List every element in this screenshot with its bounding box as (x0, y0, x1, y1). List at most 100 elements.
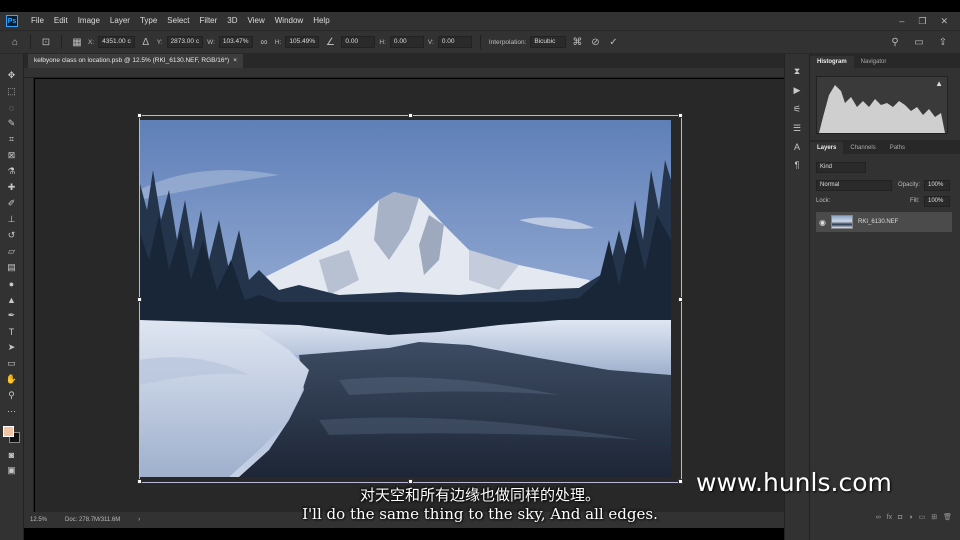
menu-help[interactable]: Help (308, 12, 334, 30)
delta-icon[interactable]: Δ (139, 35, 153, 49)
layer-name[interactable]: RKI_6130.NEF (858, 219, 898, 225)
minimize-icon[interactable]: – (899, 16, 904, 27)
blend-mode-select[interactable]: Normal (816, 180, 892, 191)
history-panel-icon[interactable]: ⧗ (790, 66, 804, 77)
hand-tool-icon[interactable]: ✋ (5, 374, 19, 385)
stamp-tool-icon[interactable]: ⊥ (5, 214, 19, 225)
subtitle-english: I'll do the same thing to the sky, And a… (302, 505, 658, 523)
transform-icon[interactable]: ⊡ (39, 35, 53, 49)
tab-close-icon[interactable]: × (233, 54, 237, 68)
pen-tool-icon[interactable]: ✒ (5, 310, 19, 321)
warp-icon[interactable]: ⌘ (570, 35, 584, 49)
properties-panel-icon[interactable]: ☰ (790, 123, 804, 134)
restore-icon[interactable]: ❐ (918, 16, 926, 27)
shape-tool-icon[interactable]: ▭ (5, 358, 19, 369)
w-label: W: (207, 38, 215, 46)
x-label: X: (88, 38, 95, 46)
menu-view[interactable]: View (243, 12, 270, 30)
histogram-curve (819, 85, 945, 133)
window-controls: – ❐ ✕ (899, 16, 960, 27)
healing-brush-tool-icon[interactable]: ✚ (5, 182, 19, 193)
quick-mask-icon[interactable]: ◙ (5, 449, 19, 460)
document-tab[interactable]: kelbyone class on location.psb @ 12.5% (… (28, 54, 243, 68)
y-label: Y: (156, 38, 163, 46)
move-tool-icon[interactable]: ✥ (5, 70, 19, 81)
character-panel-icon[interactable]: A (790, 142, 804, 152)
eraser-tool-icon[interactable]: ▱ (5, 246, 19, 257)
rotation-field[interactable]: 0.00 (341, 36, 376, 48)
home-icon[interactable]: ⌂ (8, 35, 22, 49)
path-select-tool-icon[interactable]: ➤ (5, 342, 19, 353)
search-icon[interactable]: ⚲ (888, 35, 902, 49)
transform-handle-top[interactable] (408, 113, 413, 118)
menu-3d[interactable]: 3D (222, 12, 242, 30)
x-position-field[interactable]: 4351.00 c (98, 36, 135, 48)
interpolation-select[interactable]: Bicubic (530, 36, 567, 48)
commit-transform-icon[interactable]: ✓ (606, 35, 620, 49)
menu-window[interactable]: Window (270, 12, 308, 30)
menu-type[interactable]: Type (135, 12, 162, 30)
link-icon[interactable]: ∞ (257, 35, 271, 49)
screen-mode-icon[interactable]: ▣ (5, 465, 19, 476)
fill-label: Fill: (910, 198, 920, 204)
transform-handle-right[interactable] (678, 297, 683, 302)
menu-layer[interactable]: Layer (105, 12, 135, 30)
tab-navigator[interactable]: Navigator (854, 56, 894, 68)
tab-paths[interactable]: Paths (883, 142, 912, 154)
opacity-field[interactable]: 100% (924, 180, 950, 191)
warning-icon[interactable]: ▲ (935, 79, 943, 88)
actions-panel-icon[interactable]: ▶ (790, 85, 804, 96)
quick-select-tool-icon[interactable]: ✎ (5, 118, 19, 129)
frame-tool-icon[interactable]: ⊠ (5, 150, 19, 161)
workspace-icon[interactable]: ▭ (912, 35, 926, 49)
transform-handle-top-right[interactable] (678, 113, 683, 118)
close-icon[interactable]: ✕ (940, 16, 948, 27)
tab-channels[interactable]: Channels (843, 142, 882, 154)
layer-row[interactable]: ◉ RKI_6130.NEF (816, 212, 952, 232)
gradient-tool-icon[interactable]: ▤ (5, 262, 19, 273)
lasso-tool-icon[interactable]: ◌ (5, 102, 19, 113)
type-tool-icon[interactable]: T (5, 326, 19, 337)
history-brush-tool-icon[interactable]: ↺ (5, 230, 19, 241)
eyedropper-tool-icon[interactable]: ⚗ (5, 166, 19, 177)
histogram-graph: ▲ (816, 76, 948, 134)
horizontal-ruler[interactable] (24, 68, 784, 78)
width-field[interactable]: 103.47% (218, 36, 253, 48)
layer-thumbnail[interactable] (830, 215, 853, 229)
cancel-transform-icon[interactable]: ⊘ (588, 35, 602, 49)
zoom-tool-icon[interactable]: ⚲ (5, 390, 19, 401)
height-field[interactable]: 105.49% (285, 36, 320, 48)
brush-tool-icon[interactable]: ✐ (5, 198, 19, 209)
tab-layers[interactable]: Layers (810, 142, 844, 154)
h-skew-field[interactable]: 0.00 (389, 36, 424, 48)
menu-file[interactable]: File (26, 12, 49, 30)
options-right: ⚲ ▭ ⇪ (888, 35, 960, 49)
foreground-color-swatch[interactable] (2, 426, 14, 437)
y-position-field[interactable]: 2873.00 c (166, 36, 204, 48)
adjustments-panel-icon[interactable]: ⚟ (790, 104, 804, 115)
v-skew-field[interactable]: 0.00 (437, 36, 472, 48)
visibility-eye-icon[interactable]: ◉ (819, 218, 826, 227)
blur-tool-icon[interactable]: ● (5, 278, 19, 289)
share-icon[interactable]: ⇪ (936, 35, 950, 49)
layer-filter-select[interactable]: Kind (816, 162, 866, 173)
dodge-tool-icon[interactable]: ▲ (5, 294, 19, 305)
menu-select[interactable]: Select (162, 12, 194, 30)
transform-handle-left[interactable] (137, 297, 142, 302)
marquee-tool-icon[interactable]: ⬚ (5, 86, 19, 97)
menu-filter[interactable]: Filter (195, 12, 223, 30)
rotate-icon: ∠ (325, 36, 335, 48)
vertical-ruler[interactable] (24, 78, 34, 512)
more-tools-icon[interactable]: ⋯ (5, 406, 19, 417)
v-skew-label: V: (427, 38, 434, 46)
menu-image[interactable]: Image (73, 12, 105, 30)
transform-handle-top-left[interactable] (137, 113, 142, 118)
fill-field[interactable]: 100% (924, 196, 950, 207)
transform-bounding-box[interactable] (137, 113, 683, 484)
menu-edit[interactable]: Edit (49, 12, 73, 30)
tab-histogram[interactable]: Histogram (810, 56, 854, 68)
reference-point-icon[interactable]: ▦ (70, 35, 84, 49)
crop-tool-icon[interactable]: ⌗ (5, 134, 19, 145)
paragraph-panel-icon[interactable]: ¶ (790, 160, 804, 170)
color-swatches[interactable] (2, 426, 21, 444)
